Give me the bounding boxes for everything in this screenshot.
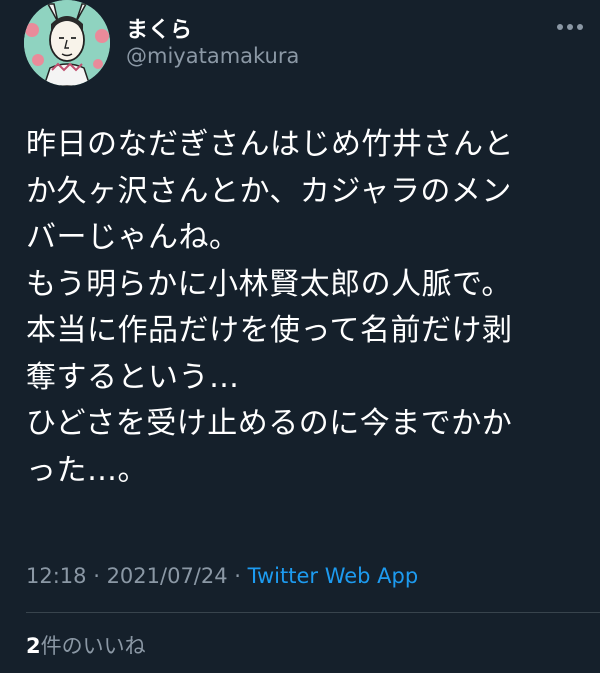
tweet-line: か久ヶ沢さんとか、カジャラのメン: [26, 173, 512, 209]
more-horizontal-icon[interactable]: [556, 22, 584, 32]
likes-label: 件のいいね: [40, 634, 146, 658]
tweet-line: った…。: [26, 452, 148, 488]
tweet-time[interactable]: 12:18: [26, 564, 87, 588]
tweet-line: 昨日のなだぎさんはじめ竹井さんと: [26, 127, 514, 162]
tweet-line: 本当に作品だけを使って名前だけ剥: [26, 313, 513, 348]
tweet-date[interactable]: 2021/07/24: [107, 564, 228, 588]
tweet-meta: 12:18 · 2021/07/24 · Twitter Web App: [26, 564, 418, 588]
display-name[interactable]: まくら: [126, 12, 192, 44]
avatar[interactable]: [24, 0, 110, 86]
tweet-line: もう明らかに小林賢太郎の人脈で。: [26, 266, 512, 302]
likes-link[interactable]: 2件のいいね: [26, 630, 146, 660]
likes-count: 2: [26, 634, 41, 658]
user-handle[interactable]: @miyatamakura: [126, 44, 299, 68]
tweet-source-link[interactable]: Twitter Web App: [248, 564, 419, 588]
tweet-line: バーじゃんね。: [26, 220, 240, 255]
tweet-line: 奪するという…: [26, 359, 240, 395]
tweet-header: まくら @miyatamakura: [0, 0, 600, 100]
tweet-text: 昨日のなだぎさんはじめ竹井さんと か久ヶ沢さんとか、カジャラのメン バーじゃんね…: [26, 122, 586, 494]
meta-separator: ·: [86, 564, 107, 588]
divider: [26, 612, 600, 613]
meta-separator: ·: [227, 564, 248, 588]
avatar-illustration-icon: [24, 0, 110, 86]
tweet-line: ひどさを受け止めるのに今までかか: [26, 406, 513, 441]
